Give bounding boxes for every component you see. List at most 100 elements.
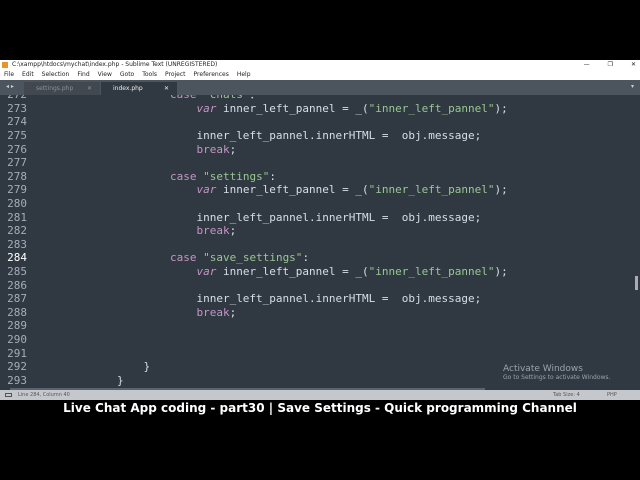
code-line: 282 break;: [0, 224, 632, 238]
code-token: break: [196, 305, 230, 319]
sublime-window: C:\xampp\htdocs\mychat\index.php - Subli…: [0, 60, 640, 400]
line-number: 279: [7, 183, 27, 197]
code-token: inner_left_pannel.innerHTML = obj.messag…: [196, 292, 482, 306]
code-line: 274: [0, 115, 632, 129]
line-number: 280: [7, 197, 27, 210]
line-number: 291: [7, 346, 27, 360]
line-number: 283: [7, 237, 27, 251]
code-token: );: [494, 183, 508, 197]
code-token: ;: [229, 305, 237, 319]
line-number: 285: [7, 265, 27, 278]
menu-project[interactable]: Project: [165, 70, 186, 80]
code-token: "chats": [203, 95, 249, 101]
code-line: 278 case "settings":: [0, 170, 632, 184]
watermark-subtitle: Go to Settings to activate Windows.: [503, 374, 611, 381]
line-number: 273: [7, 101, 27, 115]
menu-preferences[interactable]: Preferences: [194, 70, 229, 80]
code-line: 286: [0, 279, 632, 293]
line-number: 278: [7, 169, 27, 183]
line-number: 293: [7, 373, 27, 387]
panel-toggle-icon[interactable]: [5, 393, 12, 397]
code-token: );: [494, 101, 508, 115]
code-token: ：: [249, 95, 260, 101]
code-token: "inner_left_pannel": [368, 265, 495, 278]
code-line: 272 case "chats"：: [0, 95, 632, 102]
code-token: }: [116, 373, 124, 387]
activate-windows-watermark: Activate Windows Go to Settings to activ…: [503, 364, 610, 381]
menu-edit[interactable]: Edit: [22, 70, 34, 80]
tab-nav-arrows-icon[interactable]: ◂ ▸: [6, 83, 14, 90]
code-line: 291: [0, 347, 632, 361]
code-line: 276 break;: [0, 143, 632, 157]
code-line: 288 break;: [0, 306, 632, 320]
code-line: 289: [0, 319, 632, 333]
menu-goto[interactable]: Goto: [120, 70, 134, 80]
code-token: ;: [229, 224, 237, 238]
line-number: 290: [7, 333, 27, 346]
code-token: var: [196, 183, 217, 197]
code-token: inner_left_pannel = _(: [216, 101, 369, 115]
code-line: 281 inner_left_pannel.innerHTML = obj.me…: [0, 211, 632, 225]
tab-label: index.php: [113, 85, 143, 92]
code-token: }: [143, 360, 151, 374]
line-number: 284: [7, 251, 27, 265]
close-tab-icon[interactable]: ✕: [87, 82, 92, 95]
code-token: break: [196, 142, 230, 156]
sublime-app-icon: [2, 62, 8, 68]
line-number: 286: [7, 278, 27, 292]
code-token: inner_left_pannel = _(: [216, 265, 369, 278]
cursor-position: Line 284, Column 40: [18, 392, 70, 398]
line-number: 292: [7, 360, 27, 374]
line-number: 281: [7, 210, 27, 224]
menu-selection[interactable]: Selection: [42, 70, 70, 80]
code-line: 290: [0, 333, 632, 347]
window-title: C:\xampp\htdocs\mychat\index.php - Subli…: [12, 61, 218, 68]
tab-dropdown-icon[interactable]: ▾: [631, 83, 634, 90]
menu-bar: File Edit Selection Find View Goto Tools Projec…: [0, 70, 640, 80]
line-number: 282: [7, 224, 27, 238]
code-token: case: [170, 95, 203, 101]
code-token: "settings": [203, 169, 270, 183]
minimize-button[interactable]: —: [584, 60, 590, 70]
code-line: 277: [0, 156, 632, 170]
close-button[interactable]: ✕: [631, 60, 636, 70]
code-line: 283: [0, 238, 632, 252]
code-token: inner_left_pannel.innerHTML = obj.messag…: [196, 210, 482, 224]
vertical-scrollbar[interactable]: [635, 276, 638, 290]
menu-view[interactable]: View: [98, 70, 112, 80]
code-token: :: [269, 169, 276, 183]
menu-help[interactable]: Help: [237, 70, 251, 80]
syntax-mode[interactable]: PHP: [607, 390, 617, 400]
tab-settings-php[interactable]: settings.php ✕: [24, 82, 100, 95]
close-tab-icon[interactable]: ✕: [164, 82, 169, 95]
menu-file[interactable]: File: [4, 70, 14, 80]
code-token: "inner_left_pannel": [368, 101, 495, 115]
line-number: 275: [7, 129, 27, 142]
code-line: 273 var inner_left_pannel = _("inner_lef…: [0, 102, 632, 116]
code-token: case: [169, 169, 204, 183]
line-number: 277: [7, 156, 27, 170]
code-editor[interactable]: 272 case "chats"：273 var inner_left_pann…: [0, 95, 640, 388]
code-token: var: [196, 265, 217, 278]
code-token: var: [196, 101, 217, 115]
code-line: 279 var inner_left_pannel = _("inner_lef…: [0, 183, 632, 197]
code-line: 280: [0, 197, 632, 211]
tab-size[interactable]: Tab Size: 4: [553, 390, 580, 400]
code-token: "save_settings": [203, 251, 303, 265]
status-bar: Line 284, Column 40 Tab Size: 4 PHP: [0, 390, 640, 400]
line-number: 274: [7, 115, 27, 129]
code-token: break: [196, 224, 230, 238]
line-number: 288: [7, 305, 27, 319]
menu-tools[interactable]: Tools: [142, 70, 157, 80]
tab-bar: ◂ ▸ settings.php ✕ index.php ✕ ▾: [0, 80, 640, 95]
maximize-button[interactable]: ❐: [608, 60, 613, 70]
code-token: :: [302, 251, 310, 265]
line-number: 289: [7, 319, 27, 333]
watermark-title: Activate Windows: [503, 364, 583, 374]
code-token: inner_left_pannel.innerHTML = obj.messag…: [196, 129, 482, 142]
menu-find[interactable]: Find: [77, 70, 89, 80]
code-token: "inner_left_pannel": [368, 183, 495, 197]
title-bar: C:\xampp\htdocs\mychat\index.php - Subli…: [0, 60, 640, 70]
video-caption: Live Chat App coding - part30 | Save Set…: [63, 401, 577, 415]
tab-index-php[interactable]: index.php ✕: [101, 82, 177, 95]
